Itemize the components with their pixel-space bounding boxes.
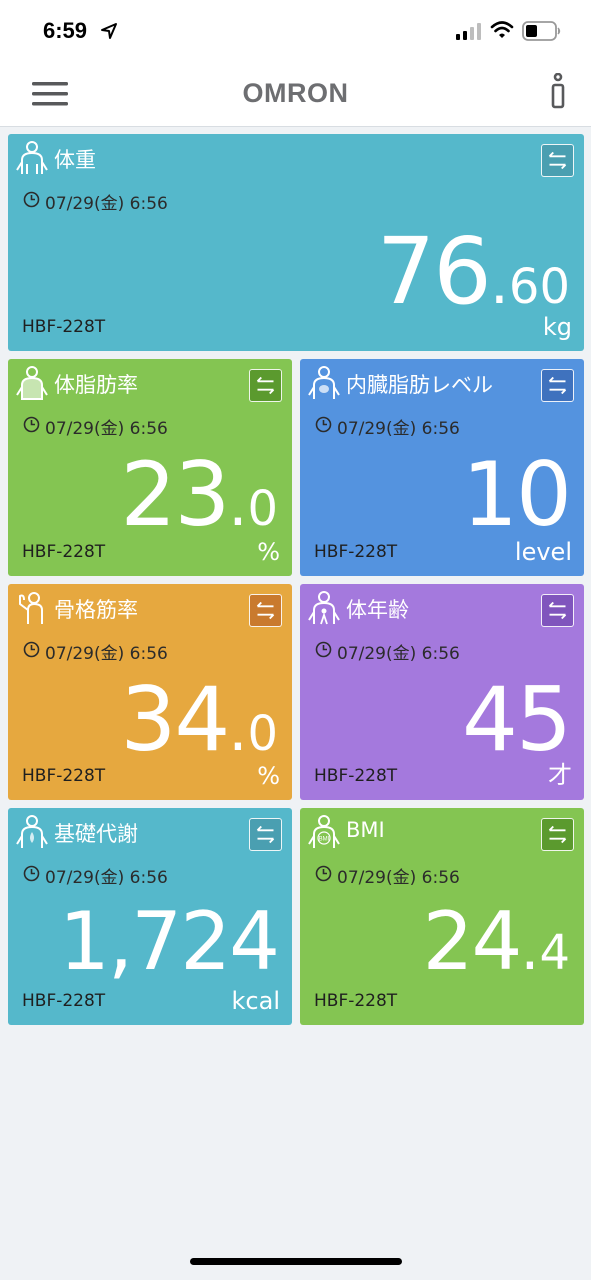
visceral-fat-card[interactable]: 内臓脂肪レベル 07/29(金) 6:56 10 HBF-228T level [300,359,584,576]
device-model: HBF-228T [22,542,106,562]
swap-arrows-icon [548,601,567,620]
device-model: HBF-228T [22,766,106,786]
card-title: 体脂肪率 [54,373,138,397]
card-title: 骨格筋率 [54,598,138,622]
swap-arrows-icon [548,376,567,395]
card-title: 内臓脂肪レベル [346,373,493,397]
basal-metabolism-value: 1,724 [59,902,280,982]
basal-metabolism-icon [16,815,48,848]
card-title: 体重 [54,148,96,172]
body-age-icon [308,591,340,625]
clock-icon [315,416,332,433]
swap-button[interactable] [249,818,282,851]
cellular-signal-icon [456,23,481,40]
swap-button[interactable] [541,594,574,627]
swap-button[interactable] [249,369,282,402]
clock-icon [315,641,332,658]
device-model: HBF-228T [314,766,398,786]
measurement-date: 07/29(金) 6:56 [45,194,168,214]
unit-label: % [257,538,280,566]
value-decimal-point: . [228,470,248,540]
value-decimal-point: . [489,248,509,318]
swap-button[interactable] [249,594,282,627]
clock-icon [315,865,332,882]
clock-icon [23,416,40,433]
swap-arrows-icon [256,825,275,844]
unit-label: 才 [548,761,572,789]
battery-icon [522,21,561,41]
value-decimal: 0 [247,706,278,762]
value-decimal-point: . [520,914,540,984]
app-header: OMRON [0,62,591,127]
value-integer: 23 [120,443,230,546]
omron-logo: OMRON [242,78,349,108]
clock-icon [23,191,40,208]
basal-metabolism-card[interactable]: 基礎代謝 07/29(金) 6:56 1,724 HBF-228T kcal [8,808,292,1025]
device-model: HBF-228T [314,542,398,562]
home-indicator[interactable] [190,1258,402,1265]
bmi-icon: BMI [308,815,340,848]
device-model: HBF-228T [314,991,398,1011]
location-arrow-icon [101,23,117,39]
body-fat-value: 23.0 [120,451,278,539]
status-time: 6:59 [43,18,88,43]
value-integer: 34 [120,668,230,771]
card-title: 基礎代謝 [54,822,138,846]
weight-value: 76.60 [377,226,570,318]
body-fat-icon [16,366,48,400]
body-fat-card[interactable]: 体脂肪率 07/29(金) 6:56 23.0 HBF-228T % [8,359,292,576]
visceral-fat-value: 10 [462,451,572,539]
swap-arrows-icon [548,825,567,844]
value-decimal: 0 [247,481,278,537]
unit-label: kcal [231,987,280,1015]
wifi-icon [490,21,514,38]
weight-card[interactable]: 体重 07/29(金) 6:56 76.60 HBF-228T kg [8,134,584,351]
measurement-date: 07/29(金) 6:56 [337,644,460,664]
swap-arrows-icon [548,151,567,170]
clock-icon [23,641,40,658]
skeletal-muscle-value: 34.0 [120,676,278,764]
value-integer: 24 [422,895,523,988]
device-model: HBF-228T [22,317,106,337]
measurement-date: 07/29(金) 6:56 [337,868,460,888]
card-title: 体年齢 [346,598,409,622]
unit-label: % [257,762,280,790]
measurement-date: 07/29(金) 6:56 [45,419,168,439]
bmi-card[interactable]: BMI BMI 07/29(金) 6:56 24.4 HBF-228T [300,808,584,1025]
value-decimal-point: . [228,695,248,765]
value-integer: 1,724 [58,895,280,988]
body-age-card[interactable]: 体年齢 07/29(金) 6:56 45 HBF-228T 才 [300,584,584,800]
skeletal-muscle-card[interactable]: 骨格筋率 07/29(金) 6:56 34.0 HBF-228T % [8,584,292,800]
muscle-arm-icon [19,592,43,624]
value-decimal: 60 [508,259,570,315]
visceral-fat-icon [308,366,340,399]
svg-text:BMI: BMI [319,837,330,843]
swap-arrows-icon [256,376,275,395]
status-bar: 6:59 [0,0,591,62]
body-age-value: 45 [462,676,572,764]
device-model: HBF-228T [22,991,106,1011]
info-icon[interactable] [548,73,568,109]
swap-button[interactable] [541,369,574,402]
swap-arrows-icon [256,601,275,620]
card-title: BMI [346,818,385,842]
measurement-date: 07/29(金) 6:56 [337,419,460,439]
measurement-date: 07/29(金) 6:56 [45,868,168,888]
bmi-value: 24.4 [423,902,570,982]
unit-label: kg [542,313,572,341]
body-weight-icon [16,141,48,174]
value-decimal: 4 [539,925,570,981]
value-integer: 76 [376,218,492,325]
clock-icon [23,865,40,882]
swap-button[interactable] [541,144,574,177]
value-integer: 10 [462,443,572,546]
measurement-date: 07/29(金) 6:56 [45,644,168,664]
swap-button[interactable] [541,818,574,851]
unit-label: level [514,538,572,566]
